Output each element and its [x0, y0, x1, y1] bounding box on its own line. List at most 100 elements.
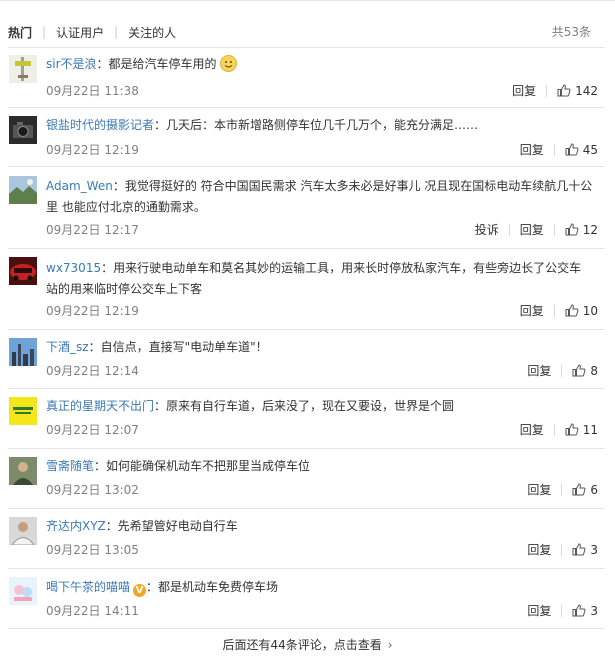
like-count: 12 [582, 222, 598, 237]
like-count: 3 [590, 542, 598, 557]
like-button[interactable]: 45 [565, 143, 598, 157]
comment-username[interactable]: wx73015 [46, 261, 101, 275]
thumbs-up-icon [572, 543, 586, 556]
comment-text-block: 下酒_sz：自信点，直接写"电动单车道"！ [46, 340, 268, 354]
comment-text-block: sir不是浪：都是给汽车停车用的 [46, 54, 593, 75]
comment-username[interactable]: sir不是浪 [46, 57, 97, 71]
reply-button[interactable]: 回复 [527, 541, 551, 558]
comment-username[interactable]: 真正的星期天不出门 [46, 399, 154, 413]
comment-count: 共53条 [551, 25, 591, 39]
load-more-link[interactable]: 后面还有44条评论，点击查看 › [0, 636, 615, 653]
action-separator [553, 304, 555, 317]
comment-text-block: 喝下午茶的喵喵 V ：都是机动车免费停车场 [46, 580, 279, 597]
comment-time: 09月22日 12:19 [46, 143, 139, 157]
divider [8, 388, 605, 389]
comment-username[interactable]: 喝下午茶的喵喵 [46, 580, 130, 594]
comment-text: 自信点，直接写"电动单车道"！ [100, 340, 268, 354]
like-button[interactable]: 3 [572, 604, 598, 618]
like-count: 142 [575, 83, 598, 98]
report-button[interactable]: 投诉 [475, 221, 499, 238]
like-button[interactable]: 142 [557, 84, 598, 98]
action-separator [561, 483, 563, 496]
comment-text-block: 银盐时代的摄影记者：几天后：本市新增路侧停车位几千几万个，能充分满足…… [46, 118, 479, 132]
reply-button[interactable]: 回复 [520, 141, 544, 158]
reply-button[interactable]: 回复 [527, 481, 551, 498]
comment-time: 09月22日 13:05 [46, 543, 139, 557]
verified-badge-icon: V [133, 584, 147, 597]
divider [8, 329, 605, 330]
thumbs-up-icon [572, 604, 586, 617]
load-more-label: 后面还有44条评论，点击查看 [222, 638, 382, 652]
chevron-right-icon: › [387, 638, 393, 652]
smile-emoji-icon [220, 55, 238, 72]
car-icon[interactable] [9, 257, 37, 285]
tab-hot[interactable]: 热门 [8, 24, 32, 41]
action-separator [561, 543, 563, 556]
divider [8, 568, 605, 569]
like-button[interactable]: 8 [572, 364, 598, 378]
comment-username[interactable]: 银盐时代的摄影记者 [46, 118, 154, 132]
action-separator [553, 143, 555, 156]
divider [8, 448, 605, 449]
tab-following[interactable]: 关注的人 [128, 24, 176, 41]
action-separator [553, 423, 555, 436]
like-count: 6 [590, 482, 598, 497]
divider [8, 166, 605, 167]
comment-actions: 回复 3 [527, 541, 598, 558]
comment-text: 都是机动车免费停车场 [158, 580, 279, 594]
comment-text-block: Adam_Wen：我觉得挺好的 符合中国国民需求 汽车太多未必是好事儿 况且现在… [46, 179, 593, 214]
thumbs-up-icon [572, 364, 586, 377]
tab-verified-users[interactable]: 认证用户 [56, 24, 104, 41]
divider [8, 47, 605, 48]
comment-text-block: 齐达内XYZ：先希望管好电动自行车 [46, 519, 238, 533]
like-button[interactable]: 11 [565, 423, 598, 437]
reply-button[interactable]: 回复 [527, 602, 551, 619]
reply-button[interactable]: 回复 [520, 302, 544, 319]
thumbs-up-icon [572, 483, 586, 496]
divider [8, 107, 605, 108]
camera-icon[interactable] [9, 116, 37, 144]
comment-time: 09月22日 11:38 [46, 84, 139, 98]
person-icon[interactable] [9, 457, 37, 485]
comment-username[interactable]: 雪斋随笔 [46, 459, 94, 473]
cartoon-icon[interactable] [9, 577, 37, 605]
comment-time: 09月22日 13:02 [46, 483, 139, 497]
comment-username[interactable]: 下酒_sz [46, 340, 89, 354]
reply-button[interactable]: 回复 [527, 362, 551, 379]
comment-username[interactable]: Adam_Wen [46, 179, 113, 193]
like-count: 8 [590, 363, 598, 378]
comment-actions: 回复 10 [520, 302, 598, 319]
comment-text-block: wx73015：用来行驶电动单车和莫名其妙的运输工具，用来长时停放私家汽车，有些… [46, 261, 582, 296]
like-button[interactable]: 6 [572, 483, 598, 497]
footballer-icon[interactable] [9, 517, 37, 545]
comment-username[interactable]: 齐达内XYZ [46, 519, 106, 533]
comment-text: 先希望管好电动自行车 [117, 519, 238, 533]
divider [8, 508, 605, 509]
action-separator [561, 364, 563, 377]
divider [8, 628, 605, 629]
reply-button[interactable]: 回复 [520, 221, 544, 238]
comment-tabs: 热门 | 认证用户 | 关注的人 [8, 22, 615, 42]
yellow-logo-icon[interactable] [9, 397, 37, 425]
comment-time: 09月22日 12:19 [46, 304, 139, 318]
landscape-icon[interactable] [9, 176, 37, 204]
comment-actions: 回复 11 [520, 421, 598, 438]
like-button[interactable]: 3 [572, 543, 598, 557]
comment-time: 09月22日 12:14 [46, 364, 139, 378]
reply-button[interactable]: 回复 [520, 421, 544, 438]
comment-text: 原来有自行车道，后来没了，现在又要设，世界是个圆 [166, 399, 455, 413]
reply-button[interactable]: 回复 [512, 82, 536, 99]
like-button[interactable]: 10 [565, 304, 598, 318]
pole-icon[interactable] [9, 55, 37, 83]
comment-actions: 回复 6 [527, 481, 598, 498]
comment-text: 用来行驶电动单车和莫名其妙的运输工具，用来长时停放私家汽车，有些旁边长了公交车站… [46, 261, 582, 296]
like-button[interactable]: 12 [565, 223, 598, 237]
thumbs-up-icon [565, 143, 579, 156]
skyline-icon[interactable] [9, 338, 37, 366]
comment-time: 09月22日 12:17 [46, 223, 139, 237]
like-count: 10 [582, 303, 598, 318]
comment-actions: 回复 3 [527, 602, 598, 619]
action-separator [561, 604, 563, 617]
divider [8, 248, 605, 249]
comment-time: 09月22日 14:11 [46, 604, 139, 618]
